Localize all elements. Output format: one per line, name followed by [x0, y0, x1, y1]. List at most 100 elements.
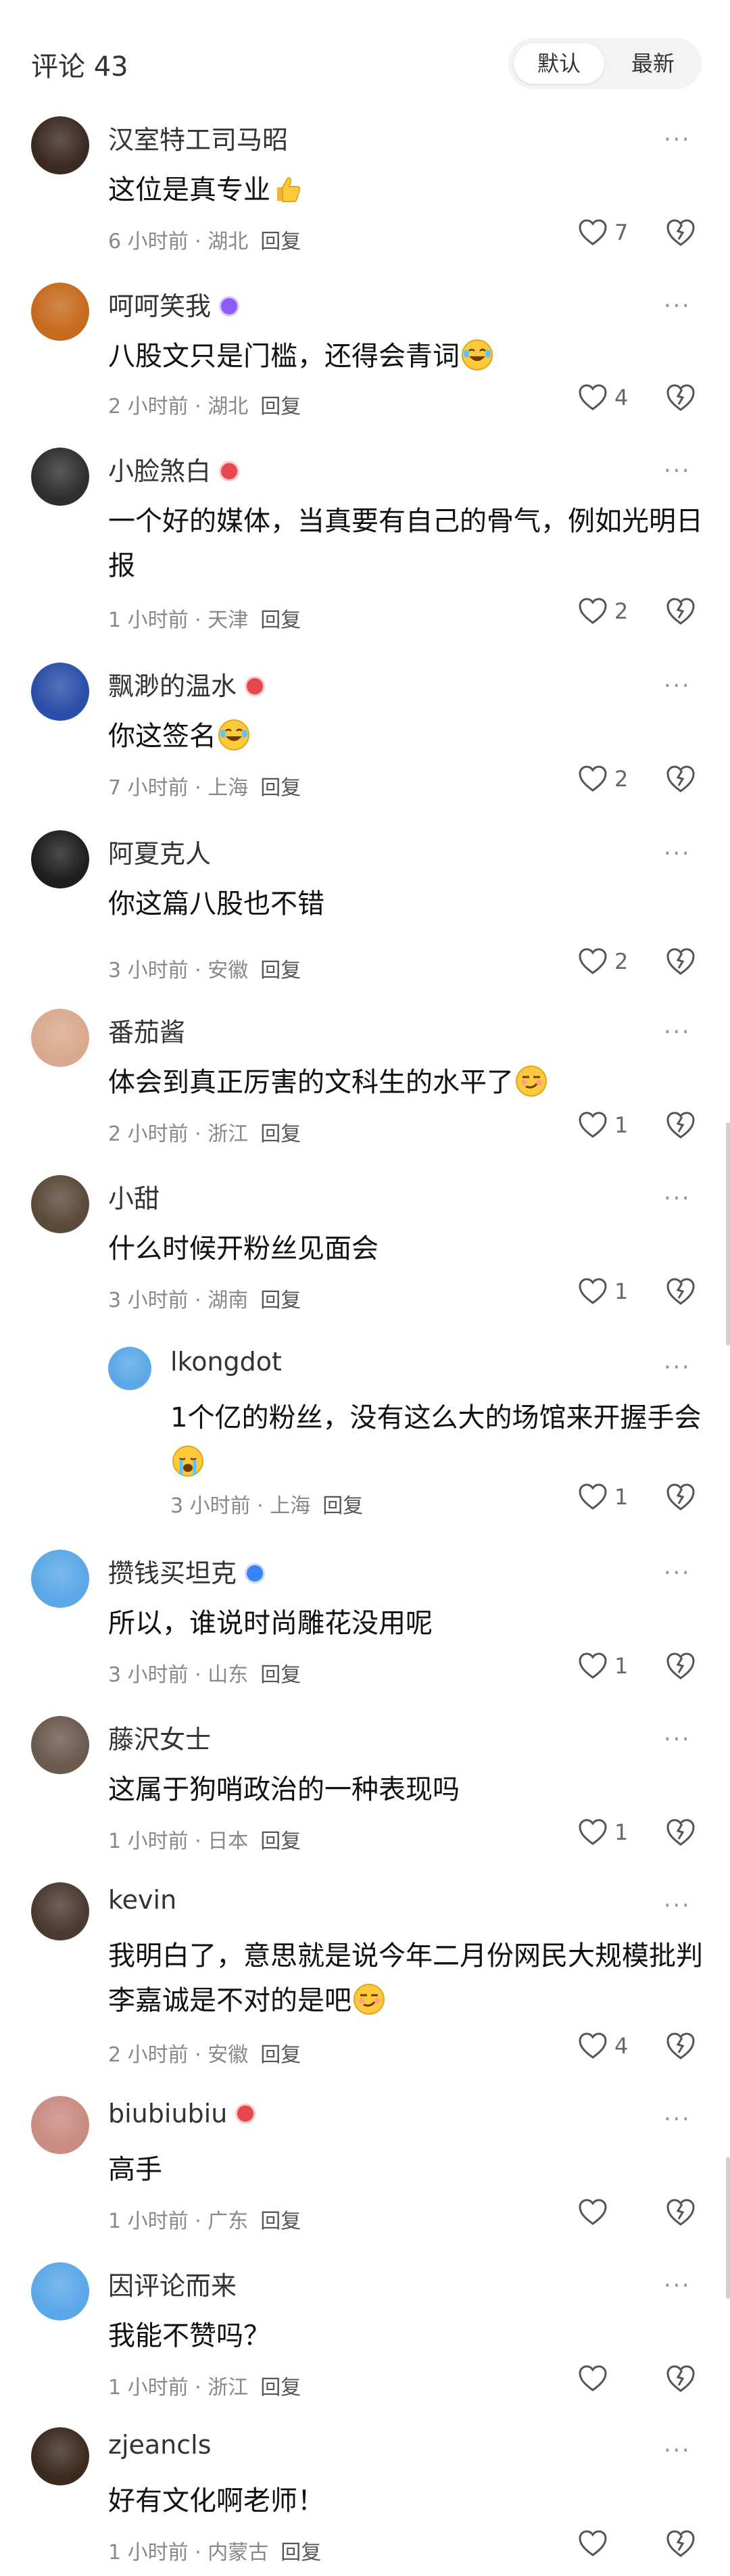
dislike-icon[interactable]	[666, 1110, 696, 1140]
scrollbar-lower[interactable]	[726, 2157, 730, 2299]
reply-button[interactable]: 回复	[281, 2541, 321, 2565]
comment-author-name[interactable]: 汉室特工司马昭	[108, 119, 288, 156]
like-button[interactable]	[578, 2199, 614, 2226]
author-name-text[interactable]: 飘渺的温水	[108, 671, 237, 701]
dislike-icon[interactable]	[666, 1482, 696, 1512]
dislike-icon[interactable]	[666, 218, 696, 247]
like-button[interactable]: 1	[578, 1112, 628, 1139]
more-options-icon[interactable]: ···	[664, 2437, 691, 2464]
comment-author-name[interactable]: 小脸煞白	[108, 450, 240, 487]
avatar[interactable]	[31, 830, 89, 888]
comment-author-name[interactable]: 番茄酱	[108, 1011, 185, 1049]
sort-toggle[interactable]: 默认 最新	[508, 38, 702, 89]
author-name-text[interactable]: 小甜	[108, 1184, 160, 1214]
reply-button[interactable]: 回复	[260, 2210, 301, 2233]
reply-button[interactable]: 回复	[260, 1289, 301, 1312]
comment-author-name[interactable]: kevin	[108, 1885, 176, 1915]
more-options-icon[interactable]: ···	[664, 1354, 691, 1381]
dislike-icon[interactable]	[666, 764, 696, 794]
dislike-icon[interactable]	[666, 1277, 696, 1306]
reply-button[interactable]: 回复	[260, 2376, 301, 2400]
like-button[interactable]: 1	[578, 1278, 628, 1305]
like-button[interactable]: 1	[578, 1819, 628, 1846]
comment-author-name[interactable]: 攒钱买坦克	[108, 1552, 266, 1590]
avatar[interactable]	[31, 2096, 89, 2154]
author-name-text[interactable]: 呵呵笑我	[108, 291, 211, 321]
avatar[interactable]	[31, 2427, 89, 2485]
like-button[interactable]	[578, 2365, 614, 2392]
reply-button[interactable]: 回复	[260, 395, 301, 419]
dislike-icon[interactable]	[666, 596, 696, 626]
dislike-icon[interactable]	[666, 2529, 696, 2558]
reply-button[interactable]: 回复	[322, 1494, 363, 1518]
dislike-icon[interactable]	[666, 383, 696, 412]
more-options-icon[interactable]: ···	[664, 1725, 691, 1753]
more-options-icon[interactable]: ···	[664, 292, 691, 320]
more-options-icon[interactable]: ···	[664, 840, 691, 867]
more-options-icon[interactable]: ···	[664, 2105, 691, 2133]
comment-author-name[interactable]: 阿夏克人	[108, 833, 211, 870]
author-name-text[interactable]: 攒钱买坦克	[108, 1558, 237, 1588]
avatar[interactable]	[31, 283, 89, 341]
like-button[interactable]	[578, 2530, 614, 2557]
avatar[interactable]	[31, 1175, 89, 1233]
avatar[interactable]	[31, 1009, 89, 1067]
comment-author-name[interactable]: 因评论而来	[108, 2265, 237, 2302]
more-options-icon[interactable]: ···	[664, 126, 691, 153]
more-options-icon[interactable]: ···	[664, 1892, 691, 1919]
like-button[interactable]: 1	[578, 1652, 628, 1679]
reply-button[interactable]: 回复	[260, 230, 301, 254]
dislike-icon[interactable]	[666, 2197, 696, 2227]
reply-button[interactable]: 回复	[260, 609, 301, 632]
author-name-text[interactable]: 汉室特工司马昭	[108, 125, 288, 155]
author-name-text[interactable]: 因评论而来	[108, 2271, 237, 2301]
scrollbar[interactable]	[726, 1122, 730, 1345]
dislike-icon[interactable]	[666, 947, 696, 976]
dislike-icon[interactable]	[666, 2364, 696, 2393]
comment-author-name[interactable]: 藤沢女士	[108, 1719, 211, 1756]
like-button[interactable]: 7	[578, 219, 628, 246]
like-button[interactable]: 4	[578, 2032, 628, 2059]
more-options-icon[interactable]: ···	[664, 1559, 691, 1587]
avatar[interactable]	[31, 1882, 89, 1940]
like-button[interactable]: 4	[578, 384, 628, 411]
more-options-icon[interactable]: ···	[664, 457, 691, 485]
reply-button[interactable]: 回复	[260, 1122, 301, 1146]
more-options-icon[interactable]: ···	[664, 1185, 691, 1212]
reply-button[interactable]: 回复	[260, 776, 301, 800]
more-options-icon[interactable]: ···	[664, 1018, 691, 1046]
like-button[interactable]: 1	[578, 1483, 628, 1510]
author-name-text[interactable]: zjeancls	[108, 2430, 212, 2460]
comment-author-name[interactable]: 呵呵笑我	[108, 285, 240, 323]
reply-button[interactable]: 回复	[260, 2043, 301, 2067]
dislike-icon[interactable]	[666, 1817, 696, 1847]
avatar[interactable]	[31, 116, 89, 174]
avatar[interactable]	[31, 448, 89, 506]
avatar[interactable]	[31, 663, 89, 721]
reply-button[interactable]: 回复	[260, 1663, 301, 1687]
avatar[interactable]	[31, 1550, 89, 1608]
author-name-text[interactable]: 藤沢女士	[108, 1725, 211, 1755]
sort-default-tab[interactable]: 默认	[514, 43, 604, 84]
author-name-text[interactable]: 小脸煞白	[108, 456, 211, 486]
author-name-text[interactable]: 番茄酱	[108, 1018, 185, 1047]
comment-author-name[interactable]: zjeancls	[108, 2430, 212, 2460]
avatar[interactable]	[31, 2262, 89, 2320]
comment-author-name[interactable]: lkongdot	[170, 1347, 282, 1377]
author-name-text[interactable]: biubiubiu	[108, 2099, 227, 2128]
author-name-text[interactable]: kevin	[108, 1885, 176, 1915]
more-options-icon[interactable]: ···	[664, 672, 691, 700]
comment-author-name[interactable]: 飘渺的温水	[108, 665, 266, 702]
author-name-text[interactable]: 阿夏克人	[108, 839, 211, 869]
avatar[interactable]	[31, 1716, 89, 1774]
sort-latest-tab[interactable]: 最新	[610, 43, 696, 84]
dislike-icon[interactable]	[666, 1651, 696, 1681]
reply-button[interactable]: 回复	[260, 1830, 301, 1853]
dislike-icon[interactable]	[666, 2031, 696, 2061]
like-button[interactable]: 2	[578, 765, 628, 792]
reply-button[interactable]: 回复	[260, 959, 301, 982]
comment-author-name[interactable]: biubiubiu	[108, 2099, 256, 2128]
more-options-icon[interactable]: ···	[664, 2272, 691, 2299]
like-button[interactable]: 2	[578, 948, 628, 975]
author-name-text[interactable]: lkongdot	[170, 1347, 282, 1377]
